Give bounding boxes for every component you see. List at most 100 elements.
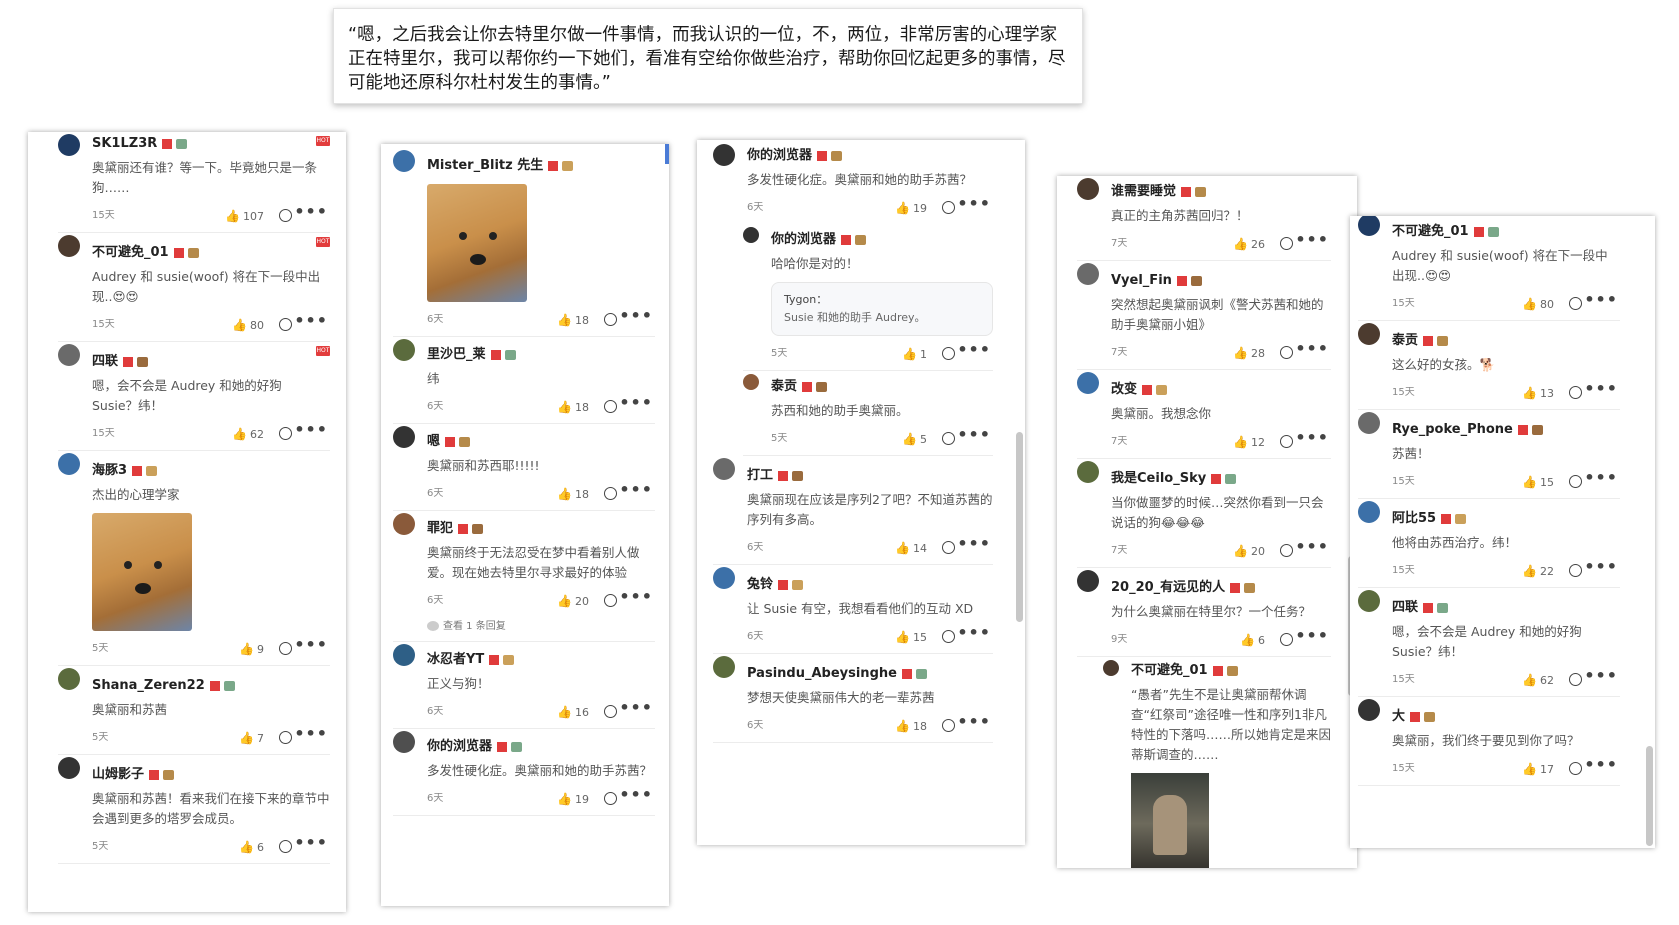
username-text[interactable]: 四联 xyxy=(1392,600,1418,615)
more-icon[interactable]: ••• xyxy=(294,833,328,853)
like-button[interactable]: 👍 28 xyxy=(1233,343,1265,364)
user-avatar[interactable] xyxy=(1358,216,1380,236)
like-button[interactable]: 👍 18 xyxy=(557,397,589,418)
reply-icon[interactable] xyxy=(1569,475,1582,488)
username[interactable]: 不可避免_01 xyxy=(92,243,330,263)
user-avatar[interactable] xyxy=(1077,570,1099,592)
username-text[interactable]: 阿比55 xyxy=(1392,511,1436,526)
reply-icon[interactable] xyxy=(942,432,955,445)
more-icon[interactable]: ••• xyxy=(1295,626,1329,646)
reply-icon[interactable] xyxy=(279,840,292,853)
more-icon[interactable]: ••• xyxy=(957,425,991,445)
reply-icon[interactable] xyxy=(279,427,292,440)
user-avatar[interactable] xyxy=(1358,412,1380,434)
username[interactable]: 我是Ceilo_Sky xyxy=(1111,469,1331,489)
like-button[interactable]: 👍 26 xyxy=(1233,234,1265,255)
like-button[interactable]: 👍 17 xyxy=(1522,759,1554,780)
reply-icon[interactable] xyxy=(1569,673,1582,686)
scrollbar[interactable] xyxy=(1646,746,1653,846)
user-avatar[interactable] xyxy=(393,339,415,361)
reply-icon[interactable] xyxy=(279,642,292,655)
reply-icon[interactable] xyxy=(604,400,617,413)
username[interactable]: 里沙巴_莱 xyxy=(427,345,655,365)
username[interactable]: 你的浏览器 xyxy=(771,230,993,250)
like-button[interactable]: 👍 18 xyxy=(557,310,589,331)
username[interactable]: Shana_Zeren22 xyxy=(92,676,330,696)
user-avatar[interactable] xyxy=(713,144,735,166)
like-button[interactable]: 👍 19 xyxy=(895,198,927,219)
reply-icon[interactable] xyxy=(279,318,292,331)
user-avatar[interactable] xyxy=(1077,372,1099,394)
like-button[interactable]: 👍 6 xyxy=(239,837,264,858)
like-button[interactable]: 👍 1 xyxy=(902,344,927,365)
more-icon[interactable]: ••• xyxy=(294,202,328,222)
user-avatar[interactable] xyxy=(393,731,415,753)
reply-icon[interactable] xyxy=(604,487,617,500)
user-avatar[interactable] xyxy=(743,374,759,390)
more-icon[interactable]: ••• xyxy=(294,724,328,744)
reply-icon[interactable] xyxy=(942,719,955,732)
like-button[interactable]: 👍 15 xyxy=(1522,472,1554,493)
username[interactable]: 阿比55 xyxy=(1392,509,1620,529)
reply-icon[interactable] xyxy=(604,792,617,805)
more-icon[interactable]: ••• xyxy=(619,393,653,413)
like-button[interactable]: 👍 62 xyxy=(1522,670,1554,691)
username-text[interactable]: Vyel_Fin xyxy=(1111,273,1172,288)
user-avatar[interactable] xyxy=(743,227,759,243)
more-icon[interactable]: ••• xyxy=(957,194,991,214)
user-avatar[interactable] xyxy=(1077,178,1099,200)
reply-icon[interactable] xyxy=(942,347,955,360)
user-avatar[interactable] xyxy=(713,567,735,589)
username[interactable]: 四联 xyxy=(92,352,330,372)
like-button[interactable]: 👍 18 xyxy=(557,484,589,505)
username[interactable]: 不可避免_01 xyxy=(1392,222,1620,242)
like-button[interactable]: 👍 80 xyxy=(232,315,264,336)
username-text[interactable]: 冰忍者YT xyxy=(427,652,484,667)
like-button[interactable]: 👍 107 xyxy=(225,206,264,227)
username[interactable]: Pasindu_Abeysinghe xyxy=(747,664,993,684)
username[interactable]: 打工 xyxy=(747,466,993,486)
username[interactable]: 泰贡 xyxy=(1392,331,1620,351)
more-icon[interactable]: ••• xyxy=(294,635,328,655)
username[interactable]: SK1LZ3R xyxy=(92,134,330,154)
user-avatar[interactable] xyxy=(713,656,735,678)
more-icon[interactable]: ••• xyxy=(1295,339,1329,359)
user-avatar[interactable] xyxy=(1358,501,1380,523)
more-icon[interactable]: ••• xyxy=(1584,290,1618,310)
username[interactable]: 冰忍者YT xyxy=(427,650,655,670)
username-text[interactable]: 不可避免_01 xyxy=(1131,663,1208,678)
reply-icon[interactable] xyxy=(1569,297,1582,310)
username-text[interactable]: 不可避免_01 xyxy=(92,245,169,260)
like-button[interactable]: 👍 9 xyxy=(239,639,264,660)
user-avatar[interactable] xyxy=(1103,660,1119,676)
username[interactable]: 20_20_有远见的人 xyxy=(1111,578,1331,598)
user-avatar[interactable] xyxy=(393,513,415,535)
user-avatar[interactable] xyxy=(58,134,80,156)
username-text[interactable]: 兔铃 xyxy=(747,577,773,592)
like-button[interactable]: 👍 22 xyxy=(1522,561,1554,582)
like-button[interactable]: 👍 15 xyxy=(895,627,927,648)
username[interactable]: 嗯 xyxy=(427,432,655,452)
user-avatar[interactable] xyxy=(393,150,415,172)
reply-icon[interactable] xyxy=(942,541,955,554)
like-button[interactable]: 👍 20 xyxy=(1233,541,1265,562)
user-avatar[interactable] xyxy=(1077,263,1099,285)
username[interactable]: 你的浏览器 xyxy=(747,146,993,166)
username-text[interactable]: 大 xyxy=(1392,709,1405,724)
user-avatar[interactable] xyxy=(58,344,80,366)
reply-icon[interactable] xyxy=(1569,386,1582,399)
username-text[interactable]: 你的浏览器 xyxy=(771,232,836,247)
like-button[interactable]: 👍 18 xyxy=(895,716,927,737)
user-avatar[interactable] xyxy=(713,458,735,480)
username-text[interactable]: 谁需要睡觉 xyxy=(1111,184,1176,199)
username[interactable]: Rye_poke_Phone xyxy=(1392,420,1620,440)
username[interactable]: 不可避免_01 xyxy=(1131,661,1331,681)
more-icon[interactable]: ••• xyxy=(619,587,653,607)
username-text[interactable]: 泰贡 xyxy=(1392,333,1418,348)
username-text[interactable]: 打工 xyxy=(747,468,773,483)
username-text[interactable]: Shana_Zeren22 xyxy=(92,678,205,693)
more-icon[interactable]: ••• xyxy=(619,698,653,718)
more-icon[interactable]: ••• xyxy=(957,623,991,643)
see-replies-link[interactable]: 查看 1 条回复 xyxy=(427,619,655,635)
user-avatar[interactable] xyxy=(58,235,80,257)
